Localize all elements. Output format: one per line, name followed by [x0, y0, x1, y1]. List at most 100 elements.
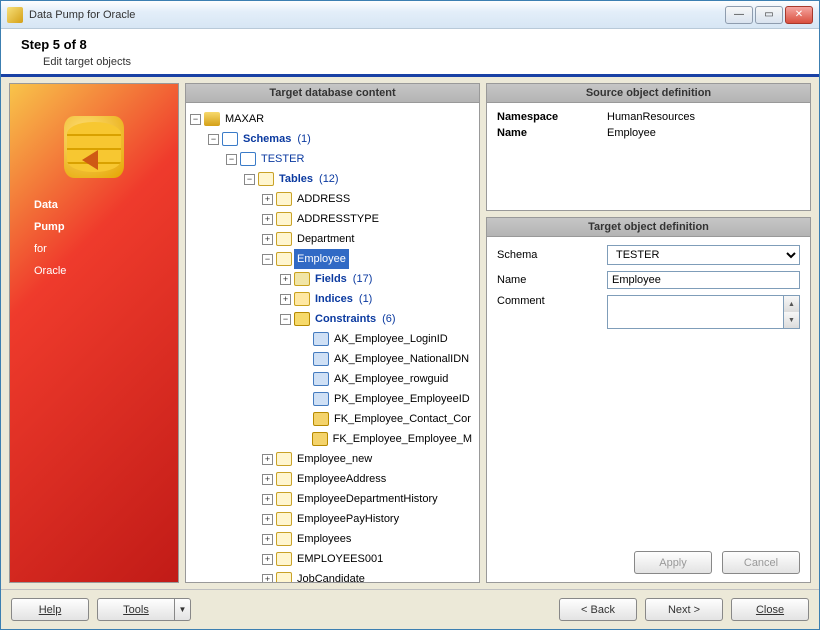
tree-constraint[interactable]: AK_Employee_LoginID: [190, 329, 475, 349]
tree-table[interactable]: +EmployeeDepartmentHistory: [190, 489, 475, 509]
source-namespace-value: HumanResources: [607, 111, 695, 123]
folder-icon: [222, 132, 238, 146]
tree-table[interactable]: +EMPLOYEES001: [190, 549, 475, 569]
schema-label: Schema: [497, 249, 607, 261]
source-panel: Source object definition Namespace Human…: [486, 83, 811, 211]
expander-icon[interactable]: −: [262, 254, 273, 265]
maximize-button[interactable]: ▭: [755, 6, 783, 24]
expander-icon[interactable]: −: [244, 174, 255, 185]
node-count: (6): [382, 310, 395, 328]
next-button[interactable]: Next >: [645, 598, 723, 621]
source-name-value: Employee: [607, 127, 656, 139]
constraint-icon: [313, 352, 329, 366]
tree-panel: Target database content −MAXAR−Schemas(1…: [185, 83, 480, 583]
tree-schemas[interactable]: − Schemas(1): [190, 129, 475, 149]
spin-down-icon[interactable]: ▼: [784, 312, 799, 328]
cancel-button[interactable]: Cancel: [722, 551, 800, 574]
expander-icon[interactable]: −: [280, 314, 291, 325]
tree-table[interactable]: + EmployeePayHistory: [190, 509, 475, 529]
tree-indices[interactable]: +Indices(1): [190, 289, 475, 309]
node-count: (17): [353, 270, 373, 288]
tree-constraint[interactable]: FK_Employee_Contact_Cor: [190, 409, 475, 429]
name-input[interactable]: [607, 271, 800, 289]
expander-icon[interactable]: +: [262, 474, 273, 485]
tools-dropdown-icon[interactable]: ▼: [175, 598, 191, 621]
back-button[interactable]: < Back: [559, 598, 637, 621]
tree-table[interactable]: +ADDRESSTYPE: [190, 209, 475, 229]
expander-icon[interactable]: +: [262, 514, 273, 525]
expander-icon[interactable]: +: [262, 194, 273, 205]
expander-icon[interactable]: −: [190, 114, 201, 125]
tree-table[interactable]: + Department: [190, 229, 475, 249]
tree-constraints[interactable]: −Constraints(6): [190, 309, 475, 329]
field-icon: [294, 272, 310, 286]
node-label: FK_Employee_Employee_M: [330, 429, 475, 449]
node-label: EmployeePayHistory: [294, 509, 402, 529]
minimize-button[interactable]: —: [725, 6, 753, 24]
app-icon: [7, 7, 23, 23]
expander-icon[interactable]: +: [262, 574, 273, 583]
node-label: MAXAR: [222, 109, 267, 129]
content-area: Data Pump for Oracle Target database con…: [1, 77, 819, 589]
tree-tables[interactable]: −Tables(12): [190, 169, 475, 189]
tree-constraint[interactable]: PK_Employee_EmployeeID: [190, 389, 475, 409]
node-label: Department: [294, 229, 357, 249]
tree-table[interactable]: +ADDRESS: [190, 189, 475, 209]
table-icon: [276, 212, 292, 226]
node-label: Employees: [294, 529, 354, 549]
expander-icon[interactable]: +: [262, 554, 273, 565]
table-icon: [276, 472, 292, 486]
node-label: Employee: [294, 249, 349, 269]
object-tree[interactable]: −MAXAR−Schemas(1)−TESTER−Tables(12)+ADDR…: [186, 103, 479, 582]
expander-icon[interactable]: −: [226, 154, 237, 165]
close-button[interactable]: Close: [731, 598, 809, 621]
window-title: Data Pump for Oracle: [29, 9, 725, 21]
spin-up-icon[interactable]: ▲: [784, 296, 799, 312]
expander-icon[interactable]: +: [262, 214, 273, 225]
definition-column: Source object definition Namespace Human…: [486, 83, 811, 583]
node-label: PK_Employee_EmployeeID: [331, 389, 473, 409]
app-window: Data Pump for Oracle — ▭ ✕ Step 5 of 8 E…: [0, 0, 820, 630]
node-label: Schemas: [240, 129, 294, 149]
apply-button[interactable]: Apply: [634, 551, 712, 574]
tree-constraint[interactable]: FK_Employee_Employee_M: [190, 429, 475, 449]
table-icon: [276, 492, 292, 506]
expander-icon[interactable]: +: [262, 454, 273, 465]
tree-table[interactable]: +Employee_new: [190, 449, 475, 469]
expander-icon[interactable]: −: [208, 134, 219, 145]
node-label: EmployeeAddress: [294, 469, 389, 489]
step-title: Step 5 of 8: [21, 37, 799, 52]
expander-icon[interactable]: +: [262, 534, 273, 545]
titlebar: Data Pump for Oracle — ▭ ✕: [1, 1, 819, 29]
table-icon: [276, 532, 292, 546]
node-count: (1): [297, 130, 310, 148]
tree-constraint[interactable]: AK_Employee_NationalIDN: [190, 349, 475, 369]
comment-textarea[interactable]: [607, 295, 784, 329]
tree-constraint[interactable]: AK_Employee_rowguid: [190, 369, 475, 389]
tree-table-selected[interactable]: − Employee: [190, 249, 475, 269]
tree-table[interactable]: + EmployeeAddress: [190, 469, 475, 489]
expander-icon[interactable]: +: [262, 494, 273, 505]
tree-schema[interactable]: −TESTER: [190, 149, 475, 169]
node-label: FK_Employee_Contact_Cor: [331, 409, 474, 429]
node-label: AK_Employee_LoginID: [331, 329, 451, 349]
comment-label: Comment: [497, 295, 607, 307]
help-button[interactable]: Help: [11, 598, 89, 621]
tree-table[interactable]: +JobCandidate: [190, 569, 475, 582]
tree-fields[interactable]: +Fields(17): [190, 269, 475, 289]
expander-icon[interactable]: +: [280, 294, 291, 305]
key-icon: [294, 312, 310, 326]
node-label: Indices: [312, 289, 356, 309]
expander-icon[interactable]: +: [262, 234, 273, 245]
tools-button[interactable]: Tools: [97, 598, 175, 621]
index-icon: [294, 292, 310, 306]
expander-icon[interactable]: +: [280, 274, 291, 285]
tree-root[interactable]: − MAXAR: [190, 109, 475, 129]
source-panel-header: Source object definition: [487, 84, 810, 103]
tree-table[interactable]: + Employees: [190, 529, 475, 549]
target-body: Schema TESTER Name Comment: [487, 237, 810, 545]
name-label: Name: [497, 274, 607, 286]
close-window-button[interactable]: ✕: [785, 6, 813, 24]
comment-spinner: ▲ ▼: [784, 295, 800, 329]
schema-select[interactable]: TESTER: [607, 245, 800, 265]
